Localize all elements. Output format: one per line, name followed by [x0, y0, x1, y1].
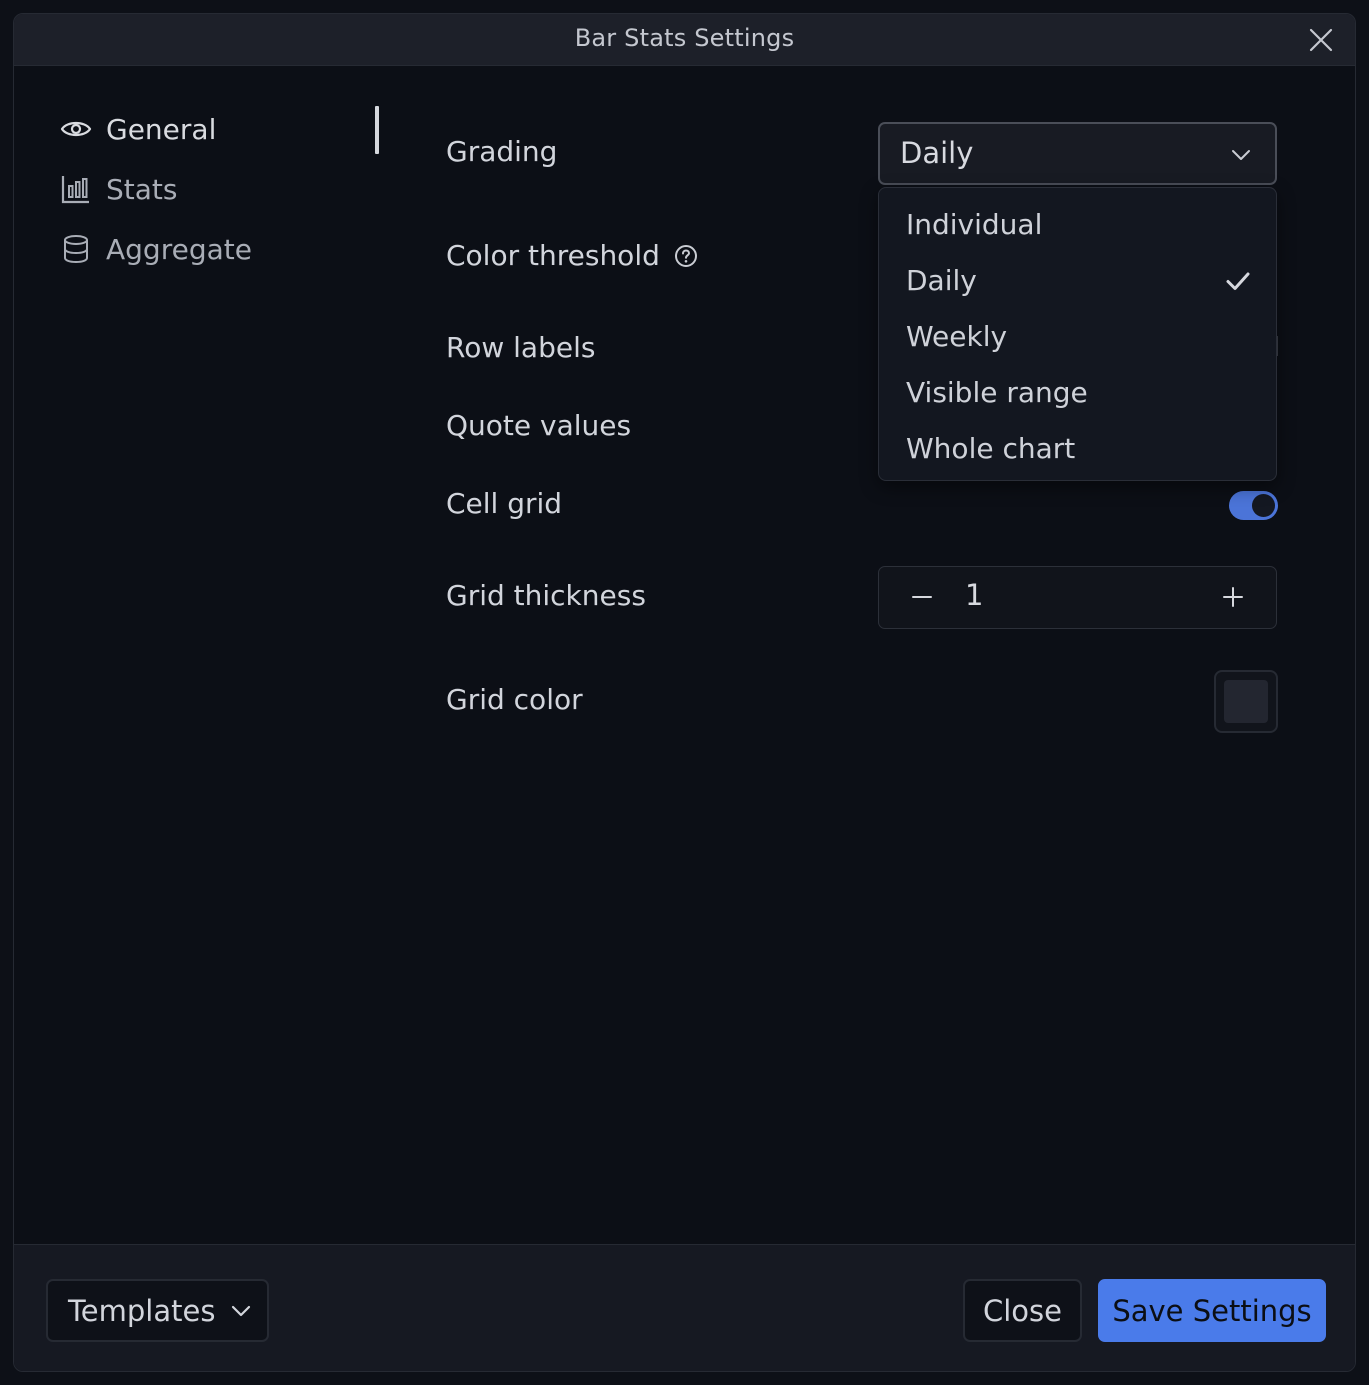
minus-icon[interactable]	[907, 582, 937, 612]
close-button[interactable]: Close	[963, 1279, 1082, 1342]
title-bar: Bar Stats Settings	[14, 14, 1355, 66]
toggle-knob	[1252, 494, 1275, 517]
sidebar-item-label: Stats	[106, 172, 178, 206]
grid-thickness-stepper: 1	[878, 566, 1277, 629]
color-threshold-row: Color threshold	[446, 239, 698, 272]
sidebar-item-general[interactable]: General	[60, 109, 360, 149]
plus-icon[interactable]	[1218, 582, 1248, 612]
grading-select-value: Daily	[900, 136, 974, 170]
dialog-title: Bar Stats Settings	[574, 24, 795, 52]
chevron-down-icon	[229, 1299, 253, 1323]
dropdown-option-daily[interactable]: Daily	[879, 253, 1276, 309]
grid-thickness-label: Grid thickness	[446, 579, 646, 612]
grid-color-swatch[interactable]	[1214, 670, 1278, 733]
dropdown-option-visible-range[interactable]: Visible range	[879, 365, 1276, 421]
eye-icon	[60, 113, 92, 145]
sidebar-item-stats[interactable]: Stats	[60, 169, 360, 209]
sidebar-item-aggregate[interactable]: Aggregate	[60, 229, 360, 269]
sidebar: General Stats Aggregate	[60, 109, 360, 289]
settings-dialog: Bar Stats Settings General Stats Aggrega…	[13, 13, 1356, 1372]
checkmark-icon	[1224, 267, 1252, 295]
database-icon	[60, 233, 92, 265]
save-settings-button[interactable]: Save Settings	[1098, 1279, 1326, 1342]
help-icon[interactable]	[674, 244, 698, 268]
dropdown-option-label: Daily	[906, 264, 977, 297]
chevron-down-icon	[1229, 143, 1253, 167]
cell-grid-toggle[interactable]	[1229, 491, 1278, 520]
sidebar-divider	[375, 106, 379, 154]
dialog-footer: Templates Close Save Settings	[14, 1244, 1355, 1371]
bar-chart-icon	[60, 173, 92, 205]
grading-label: Grading	[446, 135, 558, 168]
grid-color-label: Grid color	[446, 683, 583, 716]
sidebar-item-label: Aggregate	[106, 232, 252, 266]
grading-select[interactable]: Daily	[878, 122, 1277, 185]
grid-thickness-value[interactable]: 1	[965, 578, 983, 612]
grid-color-preview	[1224, 680, 1268, 723]
dropdown-option-weekly[interactable]: Weekly	[879, 309, 1276, 365]
color-threshold-label: Color threshold	[446, 239, 660, 272]
quote-values-label: Quote values	[446, 409, 632, 442]
dropdown-option-whole-chart[interactable]: Whole chart	[879, 421, 1276, 477]
dropdown-option-individual[interactable]: Individual	[879, 197, 1276, 253]
sidebar-item-label: General	[106, 112, 217, 146]
close-icon[interactable]	[1307, 26, 1335, 54]
cell-grid-label: Cell grid	[446, 487, 563, 520]
grading-dropdown-menu: Individual Daily Weekly Visible range Wh…	[878, 187, 1277, 481]
templates-button-label: Templates	[68, 1293, 216, 1328]
row-labels-label: Row labels	[446, 331, 596, 364]
templates-button[interactable]: Templates	[46, 1279, 269, 1342]
